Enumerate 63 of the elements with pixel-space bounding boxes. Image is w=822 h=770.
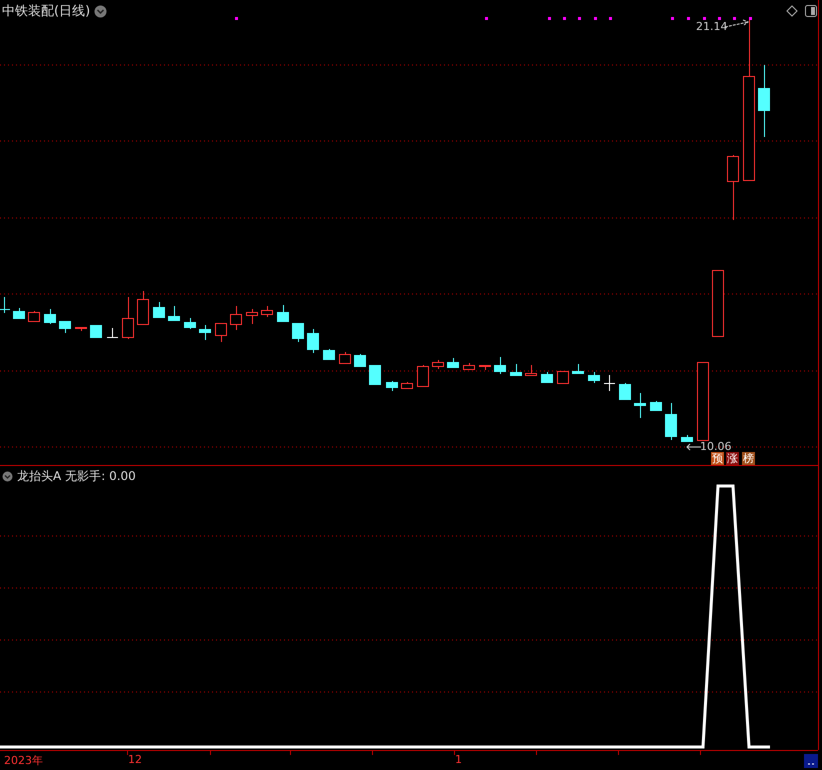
candlestick (354, 354, 366, 367)
low-price-label: 10.06 (700, 440, 732, 453)
candlestick (153, 302, 165, 318)
leader-line (686, 443, 702, 451)
panel-toggle-icon[interactable] (805, 5, 817, 17)
candlestick (432, 360, 444, 370)
candlestick (292, 322, 304, 342)
candlestick (681, 434, 693, 442)
candlestick (137, 290, 149, 325)
candlestick (369, 364, 381, 386)
candlestick (0, 296, 10, 314)
candlestick (28, 310, 40, 322)
time-axis-label: 12 (128, 753, 142, 766)
indicator-name: 龙抬头A (17, 468, 62, 486)
diamond-icon[interactable] (786, 5, 798, 17)
chart-title: 中铁装配(日线) (2, 3, 90, 20)
candlestick (199, 324, 211, 340)
candlestick (59, 320, 71, 334)
candlestick (494, 356, 506, 374)
candlestick (307, 328, 319, 354)
candlestick (339, 352, 351, 364)
high-price-label: 21.14 (696, 20, 728, 33)
candlestick (619, 382, 631, 400)
candlestick (184, 318, 196, 330)
candlestick (541, 372, 553, 384)
time-axis-label: 1 (455, 753, 462, 766)
candlestick (525, 364, 537, 376)
candlestick (168, 306, 180, 322)
indicator-reading: 无影手: 0.00 (65, 468, 136, 486)
chevron-down-icon[interactable] (2, 471, 13, 482)
chevron-down-icon[interactable] (94, 4, 108, 18)
candlestick (106, 328, 118, 338)
candlestick (417, 364, 429, 387)
candlestick (572, 364, 584, 374)
candlestick (277, 304, 289, 322)
candlestick (557, 370, 569, 384)
candlestick (13, 308, 25, 320)
candlestick (447, 358, 459, 368)
candlestick (246, 308, 258, 324)
candlestick (386, 380, 398, 392)
candlestick (323, 348, 335, 360)
time-axis-label: 2023年 (4, 753, 43, 768)
ranking-tag: 预 (711, 452, 724, 465)
candlestick (727, 154, 739, 220)
candlestick (122, 296, 134, 340)
ranking-tag: 涨 (726, 452, 739, 465)
candlestick (75, 326, 87, 332)
candlestick (665, 402, 677, 440)
candlestick (650, 400, 662, 412)
candlestick (230, 306, 242, 330)
candlestick (479, 364, 491, 370)
candlestick (588, 372, 600, 384)
candlestick (44, 308, 56, 324)
candlestick (215, 322, 227, 342)
candlestick (604, 374, 616, 392)
candlestick (463, 362, 475, 370)
candlestick (90, 324, 102, 338)
candlestick (510, 364, 522, 376)
candlestick (712, 270, 724, 337)
candlestick (634, 392, 646, 418)
candlestick (401, 382, 413, 390)
candlestick (261, 306, 273, 318)
ranking-tag: 榜 (742, 452, 755, 465)
